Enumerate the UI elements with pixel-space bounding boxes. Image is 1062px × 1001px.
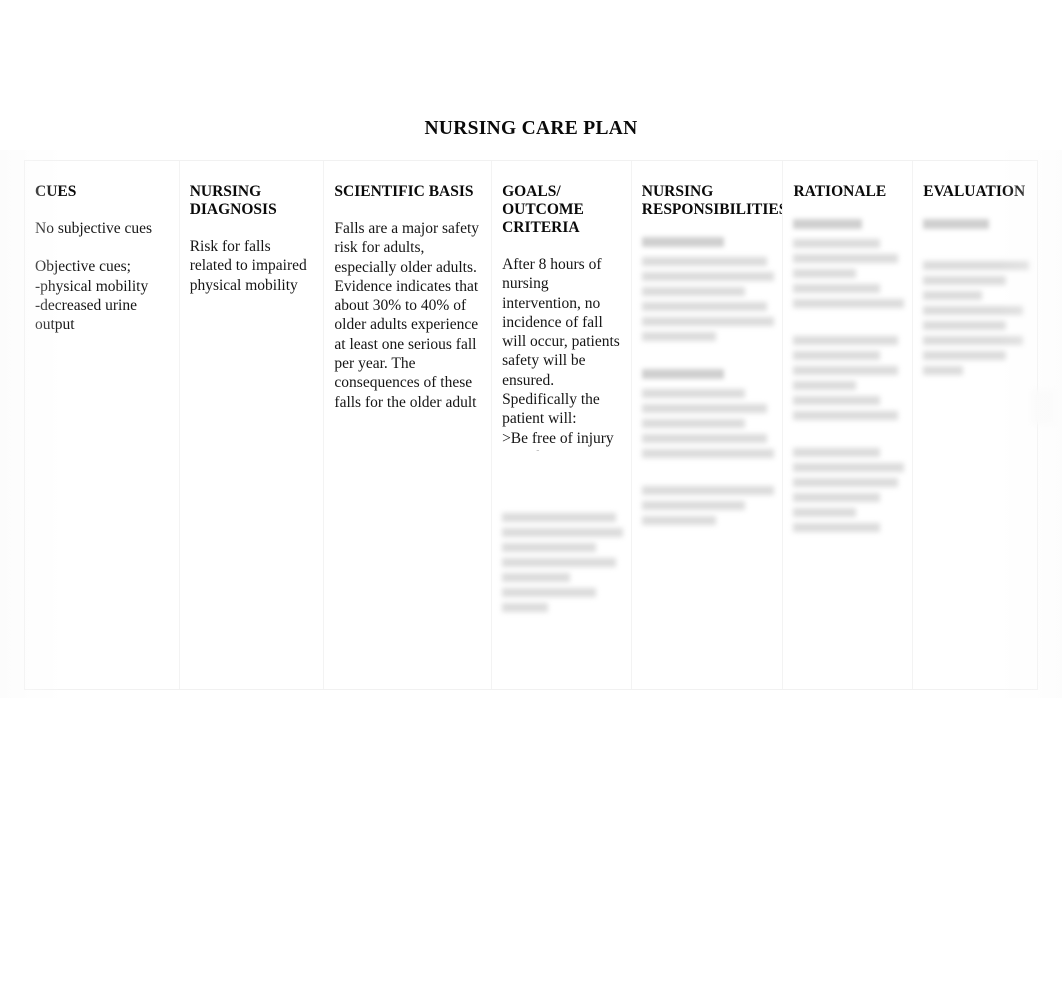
- redacted-text-line: [641, 486, 775, 495]
- redacted-text-line: [923, 276, 1006, 285]
- redacted-text-line: [502, 513, 616, 522]
- redacted-spacer: [923, 239, 1029, 261]
- redacted-text-line: [641, 434, 767, 443]
- redacted-text-line: [793, 239, 880, 248]
- table-column-scientific-basis: SCIENTIFIC BASIS Falls are a major safet…: [324, 161, 493, 689]
- nursing-care-plan-table: CUES No subjective cues Objective cues; …: [24, 160, 1038, 690]
- cell-goals-outcome-criteria: After 8 hours of nursing intervention, n…: [502, 256, 620, 451]
- redacted-text-line: [923, 261, 1029, 270]
- column-header-cues: CUES: [35, 183, 77, 200]
- table-column-nursing-diagnosis: NURSING DIAGNOSIS Risk for falls related…: [180, 161, 325, 689]
- redacted-subheading: [641, 369, 725, 379]
- cell-cues-subjective: No subjective cues: [35, 220, 153, 237]
- redacted-text-line: [923, 351, 1006, 360]
- redacted-text-line: [793, 411, 898, 420]
- redacted-text-line: [793, 366, 898, 375]
- redacted-spacer: [793, 426, 904, 448]
- cell-nursing-diagnosis: Risk for falls related to impaired physi…: [189, 238, 307, 294]
- redacted-text-line: [641, 449, 775, 458]
- redacted-text-line: [793, 396, 880, 405]
- cell-spacer: [35, 238, 171, 257]
- redacted-subheading: [793, 219, 863, 229]
- redacted-text-line: [923, 366, 964, 375]
- redacted-text-line: [923, 291, 983, 300]
- column-header-rationale: RATIONALE: [793, 183, 887, 200]
- page-edge-artifact: [1032, 390, 1054, 424]
- redacted-text-line: [641, 332, 717, 341]
- cell-nursing-responsibilities-redacted: [641, 237, 775, 525]
- redacted-text-line: [923, 336, 1023, 345]
- table-column-cues: CUES No subjective cues Objective cues; …: [25, 161, 180, 689]
- redacted-text-line: [793, 448, 880, 457]
- redacted-text-line: [793, 351, 880, 360]
- redacted-text-line: [641, 516, 717, 525]
- redacted-text-line: [641, 272, 775, 281]
- cell-goals-redacted-block: [502, 513, 623, 612]
- redacted-text-line: [641, 257, 767, 266]
- redacted-text-line: [793, 381, 856, 390]
- redacted-text-line: [793, 284, 880, 293]
- redacted-text-line: [502, 573, 570, 582]
- cell-evaluation-redacted: [923, 219, 1029, 375]
- redacted-text-line: [793, 336, 898, 345]
- redacted-text-line: [793, 254, 898, 263]
- table-column-goals-outcome-criteria: GOALS/ OUTCOME CRITERIA After 8 hours of…: [492, 161, 632, 689]
- redacted-text-line: [793, 478, 898, 487]
- column-header-scientific-basis: SCIENTIFIC BASIS: [334, 183, 474, 200]
- cell-rationale-redacted: [793, 219, 905, 532]
- redacted-text-line: [502, 588, 597, 597]
- redacted-text-line: [641, 302, 767, 311]
- redacted-text-line: [641, 389, 746, 398]
- column-header-evaluation: EVALUATION: [923, 183, 1026, 200]
- redacted-text-line: [793, 269, 856, 278]
- redacted-subheading: [923, 219, 989, 229]
- redacted-text-line: [793, 508, 856, 517]
- redacted-text-line: [793, 493, 880, 502]
- table-column-nursing-responsibilities: NURSING RESPONSIBILITIES: [632, 161, 784, 689]
- redacted-text-line: [793, 299, 905, 308]
- redacted-text-line: [502, 543, 597, 552]
- column-header-nursing-diagnosis: NURSING DIAGNOSIS: [189, 183, 277, 218]
- cell-cues-objective: Objective cues; -physical mobility -decr…: [35, 258, 149, 334]
- redacted-text-line: [793, 463, 905, 472]
- redacted-spacer: [642, 347, 775, 369]
- cell-scientific-basis: Falls are a major safety risk for adults…: [334, 220, 480, 415]
- redacted-text-line: [641, 501, 746, 510]
- table-column-evaluation: EVALUATION: [913, 161, 1037, 689]
- redacted-text-line: [793, 523, 880, 532]
- redacted-text-line: [641, 419, 746, 428]
- redacted-spacer: [793, 314, 904, 336]
- redacted-subheading: [641, 237, 725, 247]
- column-header-nursing-responsibilities: NURSING RESPONSIBILITIES: [641, 183, 784, 218]
- column-header-goals-outcome-criteria: GOALS/ OUTCOME CRITERIA: [502, 183, 584, 236]
- page-title: NURSING CARE PLAN: [424, 118, 638, 139]
- table-column-rationale: RATIONALE: [783, 161, 914, 689]
- redacted-text-line: [641, 404, 767, 413]
- redacted-spacer: [642, 464, 775, 486]
- redacted-text-line: [502, 528, 623, 537]
- redacted-text-line: [641, 317, 775, 326]
- redacted-text-line: [923, 321, 1006, 330]
- redacted-text-line: [502, 603, 548, 612]
- redacted-text-line: [502, 558, 616, 567]
- redacted-text-line: [923, 306, 1023, 315]
- redacted-text-line: [641, 287, 746, 296]
